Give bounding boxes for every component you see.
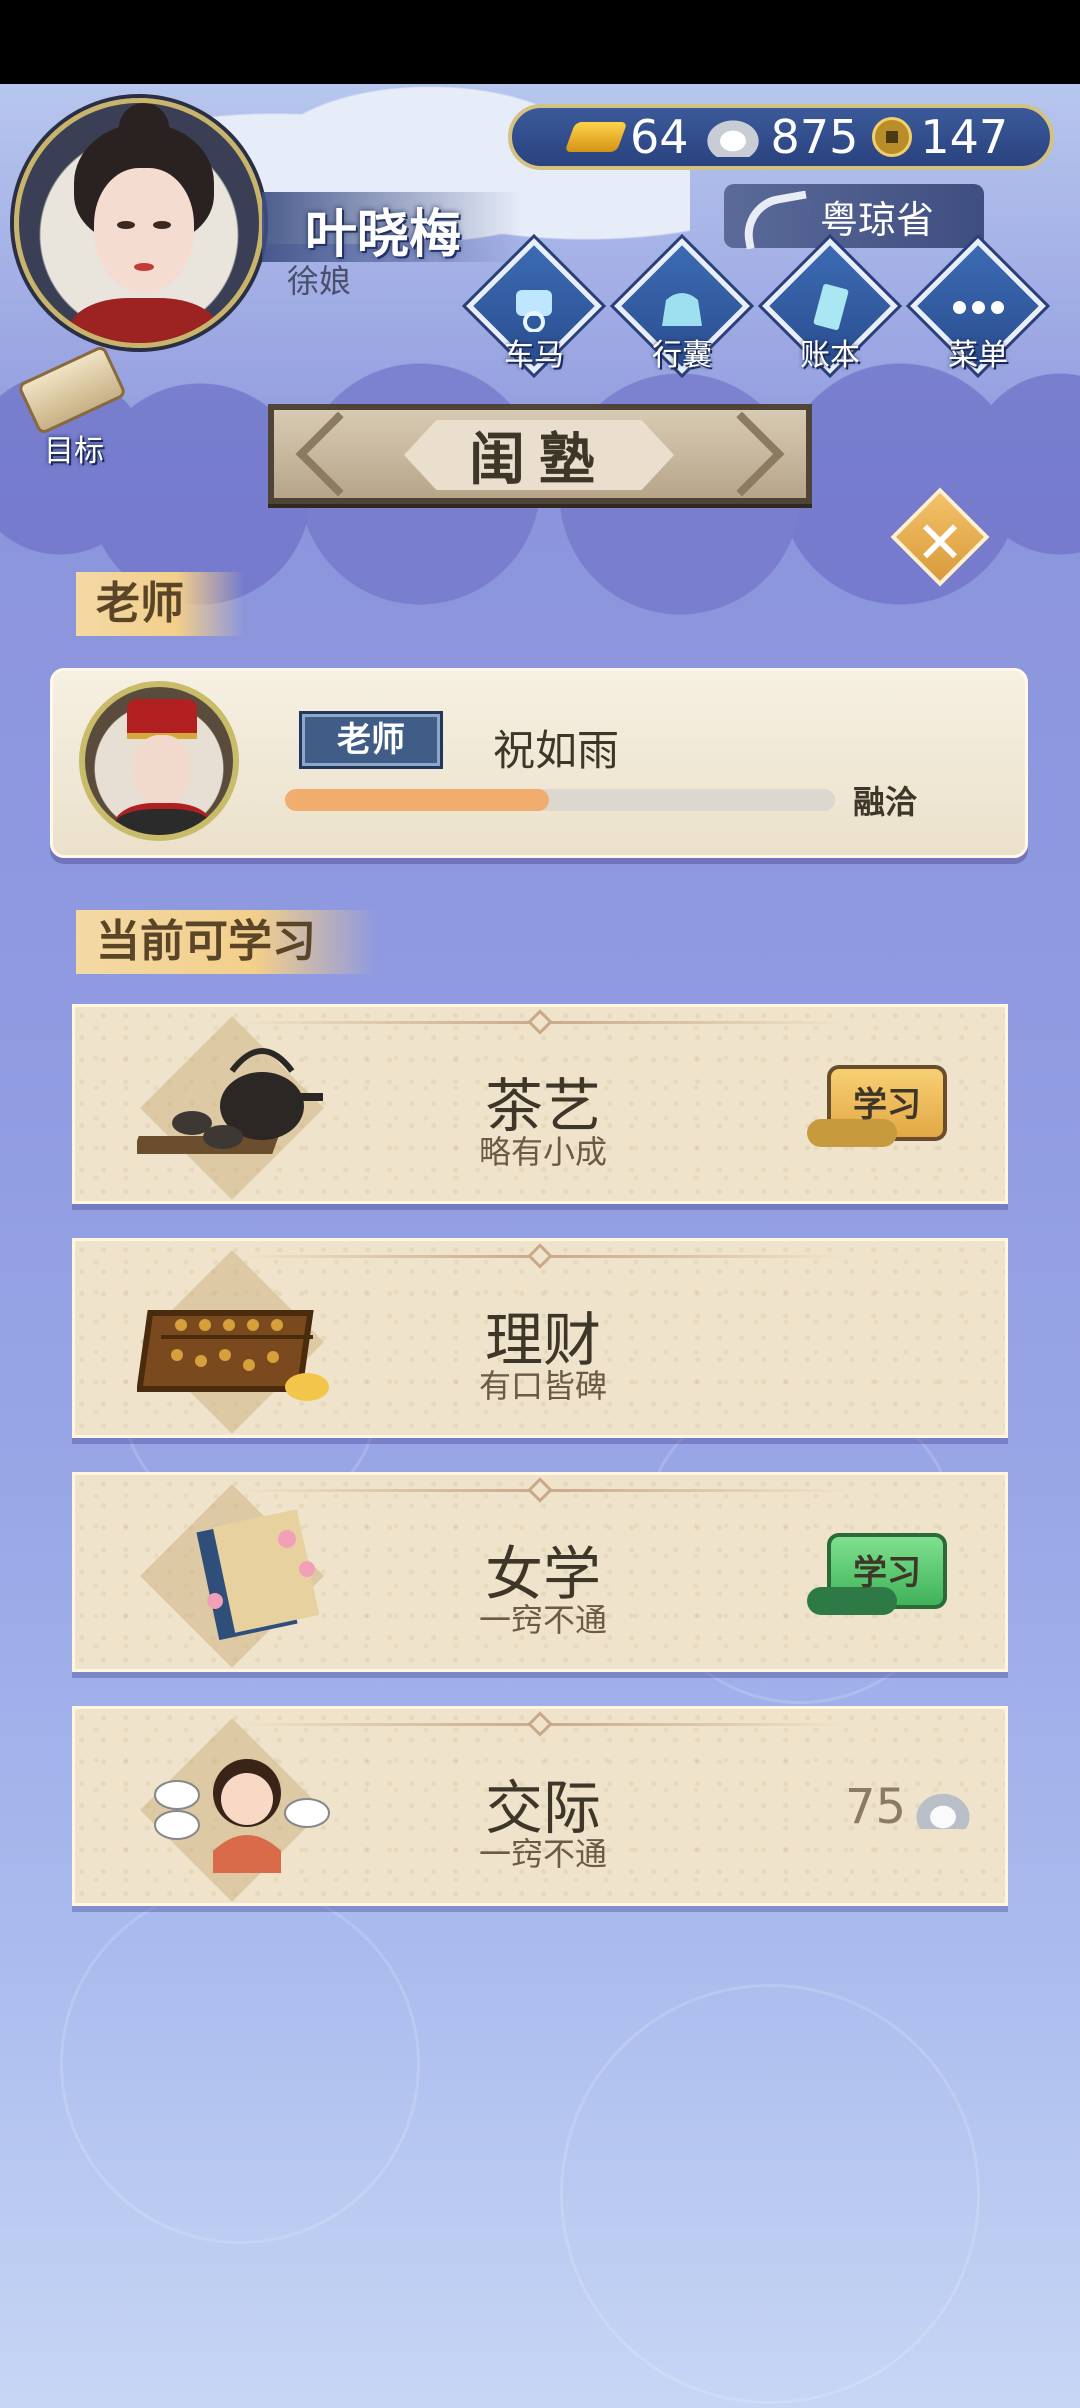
nav-carriage-label: 车马 <box>504 338 564 373</box>
fan-icon <box>724 186 814 246</box>
region-label: 粤琼省 <box>820 197 935 242</box>
nav-ledger-button[interactable]: 账本 <box>762 238 898 402</box>
page-title: 闺塾 <box>469 427 609 493</box>
book-icon <box>196 1509 320 1641</box>
silver-ingot-icon <box>702 117 763 157</box>
nav-menu-label: 菜单 <box>948 338 1008 373</box>
bg-swirl <box>60 1884 420 2244</box>
menu-icon <box>952 282 1004 332</box>
learn-button[interactable]: 学习 <box>807 1065 947 1147</box>
teacher-name: 祝如雨 <box>493 726 620 775</box>
ledger-icon <box>813 284 849 330</box>
skill-level: 略有小成 <box>478 1133 607 1171</box>
carriage-icon <box>516 290 552 332</box>
skill-level: 一窍不通 <box>478 1601 607 1639</box>
skill-card-finance[interactable]: 理财 有口皆碑 <box>72 1238 1008 1438</box>
skill-level: 一窍不通 <box>478 1835 607 1873</box>
currency-bar: 64 875 147 <box>508 104 1054 170</box>
silver-amount: 875 <box>770 110 859 164</box>
skill-card-social[interactable]: 交际 一窍不通 75 <box>72 1706 1008 1906</box>
coin-amount: 147 <box>920 110 1009 164</box>
nav-carriage-button[interactable]: 车马 <box>466 238 602 402</box>
close-icon: ✕ <box>915 508 965 577</box>
player-title: 徐娘 <box>287 262 352 300</box>
region-button[interactable]: 粤琼省 <box>724 184 984 248</box>
page-title-banner: 闺塾 <box>268 404 812 504</box>
bag-icon <box>662 293 702 326</box>
bond-label: 融洽 <box>853 783 918 821</box>
bg-swirl <box>560 1984 980 2404</box>
abacus-icon <box>137 1310 329 1401</box>
game-screen: 叶晓梅 徐娘 64 875 147 粤琼省 车马 行囊 账本 菜单 目标 闺塾 … <box>0 84 1080 2408</box>
silver-ingot-icon <box>911 1789 975 1829</box>
skill-card-literature[interactable]: 女学 一窍不通 学习 <box>72 1472 1008 1672</box>
learn-button[interactable]: 学习 <box>807 1533 947 1615</box>
player-avatar[interactable] <box>14 98 264 348</box>
nav-bag-label: 行囊 <box>652 338 712 373</box>
teacher-avatar <box>79 681 239 841</box>
teacher-role-tag: 老师 <box>299 711 443 769</box>
copper-coin-icon <box>872 117 913 157</box>
goal-label: 目标 <box>44 434 104 469</box>
nav-ledger-label: 账本 <box>800 338 860 373</box>
bond-progress-bar <box>285 789 835 811</box>
gold-amount: 64 <box>630 110 689 164</box>
teacher-section-heading: 老师 <box>76 572 244 636</box>
bond-progress-fill <box>285 789 549 811</box>
skill-price: 75 <box>845 1779 907 1835</box>
skill-card-tea[interactable]: 茶艺 略有小成 学习 <box>72 1004 1008 1204</box>
chatting-girl-icon <box>154 1759 330 1873</box>
tea-set-icon <box>137 1048 323 1154</box>
skill-level: 有口皆碑 <box>478 1367 607 1405</box>
nav-menu-button[interactable]: 菜单 <box>910 238 1046 402</box>
skills-section-heading: 当前可学习 <box>76 910 376 974</box>
nav-bag-button[interactable]: 行囊 <box>614 238 750 402</box>
status-bar <box>0 0 1080 84</box>
teacher-card[interactable]: 老师 祝如雨 融洽 <box>50 668 1028 858</box>
goal-button[interactable]: 目标 <box>14 344 128 482</box>
gold-bar-icon <box>564 122 628 152</box>
